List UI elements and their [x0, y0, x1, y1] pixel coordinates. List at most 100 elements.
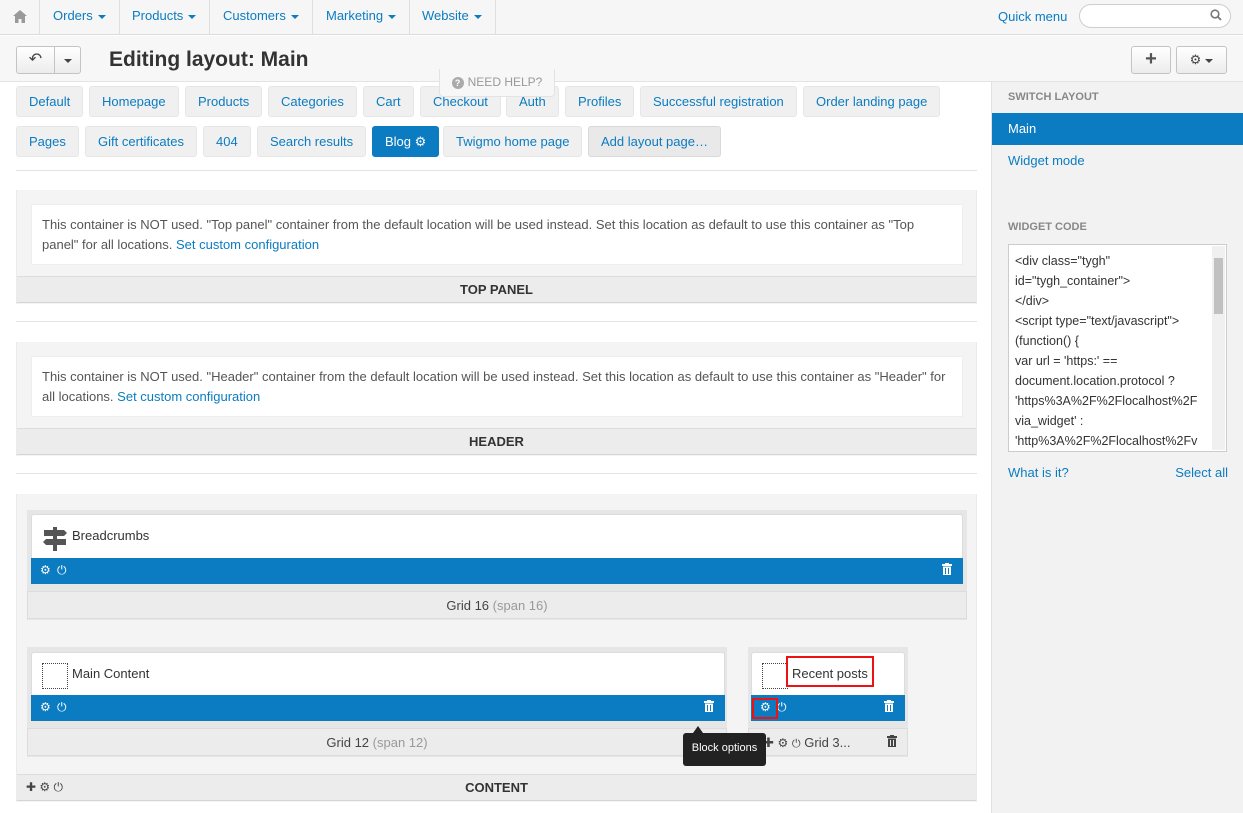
- tab-categories[interactable]: Categories: [268, 86, 357, 117]
- tab-pages[interactable]: Pages: [16, 126, 79, 157]
- menu-customers[interactable]: Customers: [210, 0, 313, 35]
- sidebar-item-widget-mode[interactable]: Widget mode: [1008, 153, 1085, 168]
- search-icon[interactable]: [1210, 9, 1222, 24]
- gear-icon[interactable]: ⚙: [778, 736, 789, 750]
- add-layout-page-button[interactable]: Add layout page…: [588, 126, 721, 157]
- trash-icon[interactable]: [704, 700, 714, 715]
- grid-name: Grid 12: [326, 735, 370, 750]
- scrollbar[interactable]: [1212, 246, 1225, 450]
- caret-down-icon: [473, 14, 482, 19]
- tab-order-landing-page[interactable]: Order landing page: [803, 86, 941, 117]
- code-line: 'https%3A%2F%2Flocalhost%2F: [1015, 394, 1198, 408]
- gear-icon[interactable]: ⚙: [40, 700, 51, 714]
- code-line: document.location.protocol ?: [1015, 374, 1175, 388]
- menu-products[interactable]: Products: [119, 0, 211, 35]
- container-header: This container is NOT used. "Header" con…: [16, 342, 977, 456]
- grid-span: (span 12): [372, 735, 428, 750]
- gear-icon[interactable]: ⚙: [39, 780, 50, 794]
- tab-search-results[interactable]: Search results: [257, 126, 367, 157]
- code-line: id="tygh_container">: [1015, 274, 1131, 288]
- trash-icon[interactable]: [884, 700, 894, 715]
- need-help-tab[interactable]: ? NEED HELP?: [439, 69, 555, 97]
- back-arrow-icon: ↶: [28, 51, 43, 68]
- tab-cart[interactable]: Cart: [363, 86, 414, 117]
- gear-icon: ⚙: [1189, 52, 1202, 67]
- grid-name: Grid 3...: [804, 735, 851, 750]
- grid-label: Grid 16 (span 16): [27, 591, 967, 619]
- caret-down-icon: [97, 14, 106, 19]
- code-line: var url = 'https:' ==: [1015, 354, 1118, 368]
- divider: [16, 473, 977, 474]
- divider: [16, 321, 977, 322]
- search-input[interactable]: [1079, 4, 1231, 28]
- sidebar: SWITCH LAYOUT Main Widget mode WIDGET CO…: [991, 82, 1243, 813]
- caret-down-icon: [290, 14, 299, 19]
- container-name: CONTENT: [465, 780, 528, 795]
- gear-icon[interactable]: ⚙: [415, 134, 427, 149]
- tab-default[interactable]: Default: [16, 86, 84, 117]
- widget-code-textarea[interactable]: <div class="tygh" id="tygh_container"> <…: [1008, 244, 1227, 452]
- settings-dropdown-button[interactable]: ⚙: [1176, 46, 1227, 74]
- quick-menu-link[interactable]: Quick menu: [998, 9, 1067, 24]
- select-all-link[interactable]: Select all: [1175, 465, 1228, 480]
- code-line: 'http%3A%2F%2Flocalhost%2Fv: [1015, 434, 1198, 448]
- container-notice: This container is NOT used. "Top panel" …: [31, 204, 963, 265]
- menu-label: Products: [132, 8, 184, 23]
- code-line: </div>: [1015, 294, 1050, 308]
- container-title: ✚ ⚙ ⏻ CONTENT: [17, 774, 976, 801]
- block-name: Main Content: [72, 666, 150, 681]
- tab-products[interactable]: Products: [185, 86, 263, 117]
- code-line: via_widget' :: [1015, 414, 1084, 428]
- code-line: <script type="text/javascript">: [1015, 314, 1180, 328]
- tab-404[interactable]: 404: [203, 126, 251, 157]
- tab-gift-certificates[interactable]: Gift certificates: [85, 126, 197, 157]
- set-custom-configuration-link[interactable]: Set custom configuration: [117, 389, 260, 404]
- container-title: TOP PANEL: [17, 276, 976, 303]
- menu-label: Website: [422, 8, 469, 23]
- caret-down-icon: [64, 59, 72, 63]
- tab-blog[interactable]: Blog ⚙: [372, 126, 440, 157]
- container-title: HEADER: [17, 428, 976, 455]
- signpost-icon: [42, 525, 68, 554]
- set-custom-configuration-link[interactable]: Set custom configuration: [176, 237, 319, 252]
- code-line: <div class="tygh": [1015, 254, 1111, 268]
- question-icon: ?: [451, 77, 464, 89]
- top-navigation: Orders Products Customers Marketing Webs…: [0, 0, 1243, 35]
- tab-profiles[interactable]: Profiles: [565, 86, 635, 117]
- sidebar-item-main[interactable]: Main: [992, 113, 1243, 145]
- tab-homepage[interactable]: Homepage: [89, 86, 179, 117]
- title-bar: ↶ Editing layout: Main + ⚙: [0, 36, 1243, 82]
- menu-label: Marketing: [326, 8, 384, 23]
- menu-marketing[interactable]: Marketing: [313, 0, 411, 35]
- power-icon[interactable]: ⏻: [57, 700, 67, 714]
- what-is-it-link[interactable]: What is it?: [1008, 465, 1069, 480]
- back-button[interactable]: ↶: [16, 46, 55, 74]
- container-notice: This container is NOT used. "Header" con…: [31, 356, 963, 417]
- back-dropdown-button[interactable]: [54, 46, 81, 74]
- power-icon[interactable]: ⏻: [57, 563, 67, 577]
- home-icon[interactable]: [0, 0, 40, 35]
- menu-orders[interactable]: Orders: [40, 0, 120, 35]
- highlight-recent-posts: [786, 656, 874, 687]
- trash-icon[interactable]: [942, 563, 952, 578]
- placeholder-icon: [762, 663, 788, 689]
- menu-website[interactable]: Website: [409, 0, 496, 35]
- divider: [16, 170, 977, 171]
- trash-icon[interactable]: [887, 729, 897, 757]
- power-icon[interactable]: ⏻: [792, 738, 801, 750]
- plus-icon[interactable]: ✚: [26, 780, 36, 794]
- power-icon[interactable]: ⏻: [54, 780, 64, 794]
- power-icon[interactable]: ⏻: [777, 700, 787, 714]
- add-button[interactable]: +: [1131, 46, 1171, 74]
- tab-label: Blog: [385, 134, 412, 149]
- block-main-content: Main Content ⚙ ⏻: [31, 652, 725, 721]
- tab-successful-registration[interactable]: Successful registration: [640, 86, 797, 117]
- block-breadcrumbs: Breadcrumbs ⚙ ⏻: [31, 514, 963, 584]
- tab-twigmo-home-page[interactable]: Twigmo home page: [443, 126, 583, 157]
- caret-down-icon: [1205, 58, 1214, 63]
- menu-label: Orders: [53, 8, 93, 23]
- menu-label: Customers: [223, 8, 286, 23]
- gear-icon[interactable]: ⚙: [40, 563, 51, 577]
- need-help-label: NEED HELP?: [467, 75, 543, 89]
- scrollbar-thumb[interactable]: [1214, 258, 1223, 314]
